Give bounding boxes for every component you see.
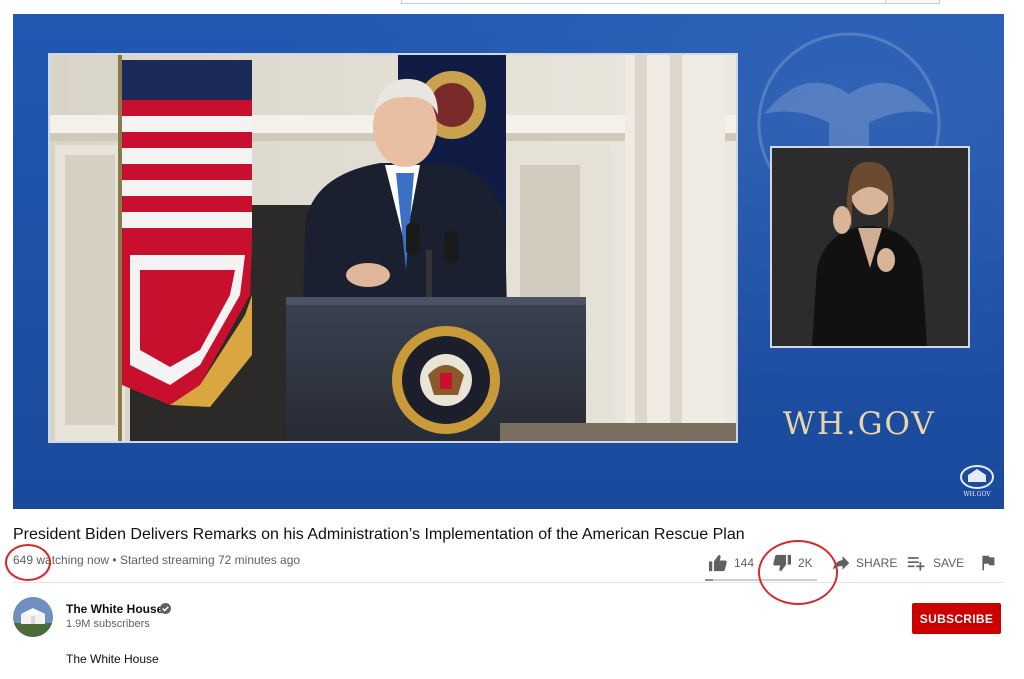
like-button[interactable]: 144 bbox=[708, 552, 754, 574]
dislike-count: 2K bbox=[798, 556, 813, 570]
video-title: President Biden Delivers Remarks on his … bbox=[13, 526, 745, 543]
wh-gov-small-label: WH.GOV bbox=[963, 491, 991, 498]
top-bar bbox=[0, 0, 1024, 14]
thumb-up-icon bbox=[709, 554, 727, 572]
wh-gov-overlay: WH.GOV bbox=[783, 406, 936, 442]
like-ratio-fill bbox=[705, 579, 713, 581]
podium-scene-image bbox=[50, 55, 736, 441]
video-meta: 649 watching now • Started streaming 72 … bbox=[13, 553, 300, 567]
like-count: 144 bbox=[734, 556, 755, 570]
subscribe-button[interactable]: SUBSCRIBE bbox=[912, 603, 1001, 634]
watching-status: watching now • Started streaming 72 minu… bbox=[33, 553, 301, 567]
add-to-playlist-icon bbox=[907, 557, 925, 571]
share-icon bbox=[832, 556, 850, 570]
channel-name[interactable]: The White House bbox=[66, 602, 163, 616]
dislike-button[interactable]: 2K bbox=[772, 552, 813, 574]
share-button[interactable]: SHARE bbox=[832, 552, 897, 574]
search-input[interactable] bbox=[401, 0, 887, 4]
verified-icon bbox=[160, 603, 171, 614]
section-divider bbox=[13, 582, 1004, 583]
search-button[interactable] bbox=[885, 0, 940, 4]
video-player[interactable]: WH.GOV WH.GOV bbox=[13, 14, 1004, 509]
share-label: SHARE bbox=[856, 556, 898, 570]
sign-language-interpreter-feed bbox=[770, 146, 970, 348]
report-button[interactable] bbox=[980, 552, 996, 574]
flag-icon bbox=[982, 555, 995, 571]
save-button[interactable]: SAVE bbox=[907, 552, 964, 574]
podium bbox=[286, 297, 586, 441]
white-house-avatar-image bbox=[13, 597, 53, 637]
thumb-down-icon bbox=[773, 554, 791, 572]
save-label: SAVE bbox=[933, 556, 965, 570]
like-dislike-ratio-bar bbox=[705, 579, 817, 581]
video-description: The White House bbox=[66, 652, 159, 666]
interpreter-image bbox=[772, 148, 968, 346]
subscriber-count: 1.9M subscribers bbox=[66, 618, 150, 630]
white-house-logo-icon: WH.GOV bbox=[960, 465, 994, 498]
main-video-feed bbox=[48, 53, 738, 443]
watching-count: 649 bbox=[13, 553, 34, 567]
channel-avatar[interactable] bbox=[13, 597, 53, 637]
